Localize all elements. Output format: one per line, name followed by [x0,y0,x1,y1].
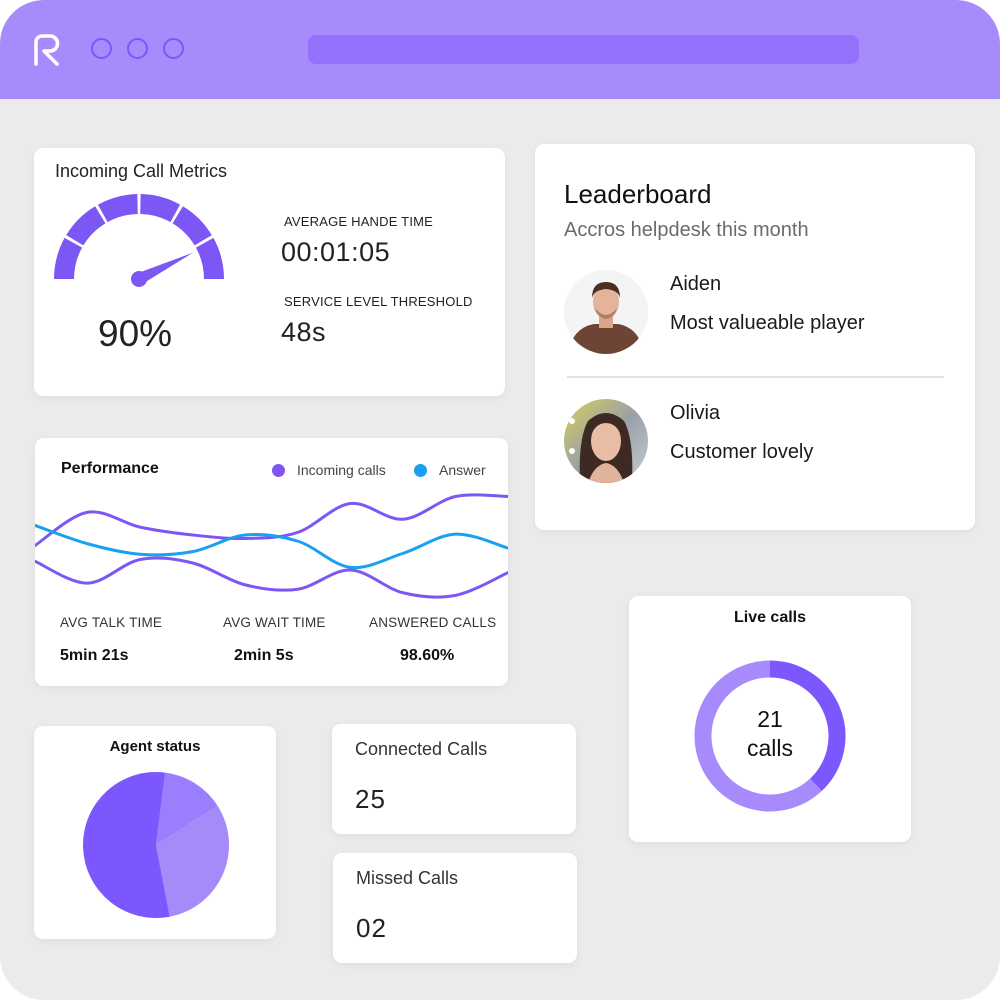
kpi-label: ANSWERED CALLS [369,615,497,630]
service-level-label: SERVICE LEVEL THRESHOLD [284,294,473,309]
agent-status-pie [82,772,230,918]
window-dot-2[interactable] [127,38,148,59]
title-bar [0,0,1000,99]
leader-name: Olivia [670,402,721,424]
service-level-value: 48s [281,317,327,347]
connected-calls-value: 25 [355,784,386,814]
performance-card: Performance Incoming calls Answer AVG TA… [35,438,508,686]
leader-name: Aiden [670,273,722,295]
leaderboard-subtitle: Accros helpdesk this month [564,219,809,241]
gauge-segment [66,206,106,246]
gauge-percent: 90% [98,313,173,354]
live-calls-count: 21 [757,706,783,732]
leader-award: Customer lovely [670,441,814,463]
connected-calls-title: Connected Calls [355,739,488,759]
gauge-segment [54,237,83,279]
series-line-answer [35,523,508,570]
average-handle-time-value: 00:01:05 [281,237,391,267]
gauge-segment [172,206,212,246]
gauge-chart [54,194,224,287]
legend-dot-answer-icon [414,464,427,477]
kpi-label: AVG TALK TIME [60,615,163,630]
kpi-value: 98.60% [400,647,455,664]
leader-award: Most valueable player [670,312,865,334]
incoming-call-metrics-card: Incoming Call Metrics 90% AVERAGE HANDE … [34,148,505,396]
missed-calls-value: 02 [356,913,387,943]
live-calls-unit: calls [746,735,793,761]
legend-label: Answer [439,462,486,478]
series-line-incoming [35,556,508,599]
missed-calls-card[interactable]: Missed Calls 02 [333,853,577,963]
window-dot-1[interactable] [91,38,112,59]
kpi-value: 5min 21s [60,647,129,664]
leaderboard-title: Leaderboard [564,179,712,209]
window-dot-3[interactable] [163,38,184,59]
connected-calls-card[interactable]: Connected Calls 25 [332,724,576,834]
live-calls-card: Live calls 21 calls [629,596,911,842]
average-handle-time-label: AVERAGE HANDE TIME [284,214,434,229]
agent-status-card: Agent status [34,726,276,939]
performance-title: Performance [61,460,159,477]
kpi-value: 2min 5s [234,647,294,664]
address-bar[interactable] [308,35,859,64]
legend-dot-incoming-icon [272,464,285,477]
missed-calls-title: Missed Calls [356,868,459,888]
avatar-olivia [564,399,648,483]
avatar-aiden [564,270,648,354]
leaderboard-card: Leaderboard Accros helpdesk this month A… [535,144,975,530]
divider [567,376,944,378]
gauge-needle-hub [131,271,147,287]
performance-line-chart [35,493,508,599]
app-window: Incoming Call Metrics 90% AVERAGE HANDE … [0,0,1000,1000]
kpi-label: AVG WAIT TIME [223,615,326,630]
brand-r-logo-icon[interactable] [33,33,63,67]
legend-label: Incoming calls [297,462,386,478]
gauge-segment [97,194,138,223]
gauge-segment [140,194,181,223]
gauge-segment [195,237,224,279]
